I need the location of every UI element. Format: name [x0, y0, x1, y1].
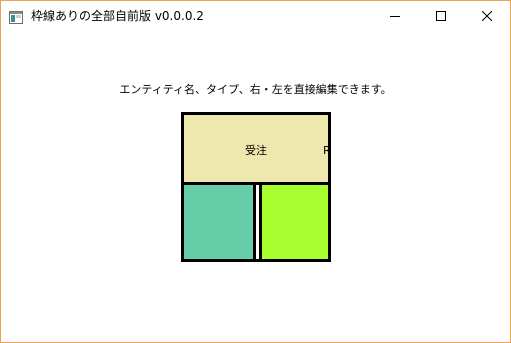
- window-title: 枠線ありの全部自前版 v0.0.0.2: [31, 9, 204, 23]
- close-icon: [482, 11, 492, 21]
- entity-type-field[interactable]: R: [323, 144, 328, 158]
- minimize-button[interactable]: [372, 1, 418, 31]
- entity-name-field[interactable]: 受注: [184, 144, 328, 158]
- entity-name-cell[interactable]: 受注 R: [184, 115, 328, 185]
- title-bar[interactable]: 枠線ありの全部自前版 v0.0.0.2: [1, 1, 510, 31]
- maximize-button[interactable]: [418, 1, 464, 31]
- entity-box: 受注 R: [181, 112, 331, 262]
- entity-right-field[interactable]: [259, 185, 328, 259]
- close-button[interactable]: [464, 1, 510, 31]
- instruction-text: エンティティ名、タイプ、右・左を直接編集できます。: [119, 83, 392, 96]
- main-content: エンティティ名、タイプ、右・左を直接編集できます。 受注 R: [1, 31, 510, 342]
- maximize-icon: [436, 11, 446, 21]
- app-window: 枠線ありの全部自前版 v0.0.0.2 エンティティ名、タイプ、右・左を直接編集…: [0, 0, 511, 343]
- minimize-icon: [390, 16, 400, 17]
- app-window-icon[interactable]: [9, 9, 23, 24]
- entity-left-field[interactable]: [184, 185, 256, 259]
